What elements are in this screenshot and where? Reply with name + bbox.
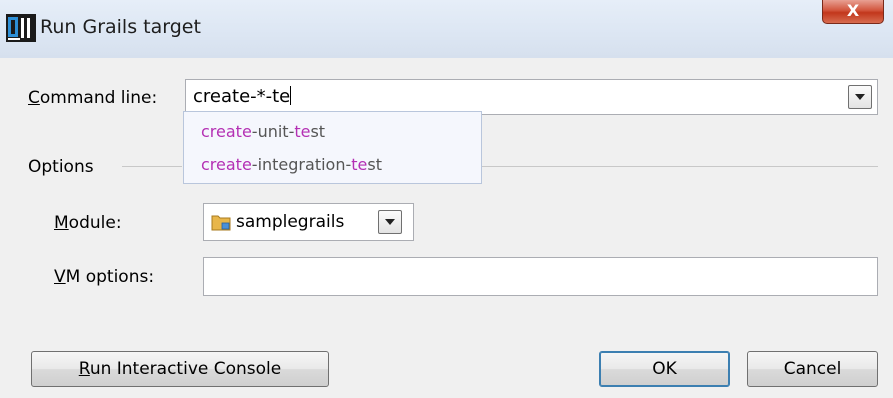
options-separator-left	[122, 166, 182, 167]
module-folder-icon	[211, 215, 231, 231]
cancel-button[interactable]: Cancel	[747, 351, 878, 387]
command-line-combobox[interactable]: create-*-te	[185, 79, 878, 115]
completion-item[interactable]: create-integration-test	[201, 155, 382, 174]
vm-options-label-text: M options:	[65, 267, 155, 287]
completion-item[interactable]: create-unit-test	[201, 122, 325, 141]
run-grails-target-dialog: Run Grails target X Command line: create…	[0, 0, 893, 398]
completion-match-segment: te	[294, 122, 311, 141]
options-separator-right	[482, 166, 878, 167]
command-line-label: Command line:	[28, 88, 157, 108]
command-line-label-text: ommand line:	[39, 88, 158, 108]
vm-options-input[interactable]	[203, 257, 878, 296]
command-line-mnemonic: C	[28, 88, 40, 108]
close-button[interactable]: X	[822, 0, 884, 24]
vm-options-mnemonic: V	[54, 267, 66, 287]
module-label-text: odule:	[68, 213, 122, 233]
run-interactive-console-button[interactable]: Run Interactive Console	[31, 351, 329, 387]
chevron-down-icon	[855, 94, 865, 100]
module-combobox[interactable]: samplegrails	[203, 203, 414, 241]
completion-match-segment: te	[351, 155, 368, 174]
window-title: Run Grails target	[40, 16, 201, 38]
completion-text-segment: st	[310, 122, 326, 141]
ok-button[interactable]: OK	[599, 351, 730, 387]
options-label: Options	[28, 157, 94, 177]
completion-match-segment: create	[201, 155, 252, 174]
chevron-down-icon	[385, 219, 395, 225]
command-line-dropdown-button[interactable]	[848, 85, 872, 109]
completion-text-segment: -unit-	[251, 122, 295, 141]
module-mnemonic: M	[54, 213, 69, 233]
close-icon: X	[846, 1, 860, 20]
vm-options-label: VM options:	[54, 267, 154, 287]
console-mnemonic: R	[78, 359, 90, 379]
completion-text-segment: st	[367, 155, 382, 174]
text-caret	[290, 86, 292, 105]
console-button-label: un Interactive Console	[89, 359, 282, 379]
command-line-input[interactable]: create-*-te	[193, 86, 292, 107]
title-bar[interactable]: Run Grails target X	[0, 0, 893, 58]
completion-match-segment: create	[201, 122, 252, 141]
intellij-idea-icon	[6, 14, 36, 42]
completion-popup: create-unit-test create-integration-test	[183, 111, 482, 184]
command-line-value: create-*-te	[193, 86, 291, 107]
module-label: Module:	[54, 213, 122, 233]
module-dropdown-button[interactable]	[378, 210, 402, 234]
module-value: samplegrails	[236, 212, 345, 232]
completion-text-segment: -integration-	[251, 155, 352, 174]
